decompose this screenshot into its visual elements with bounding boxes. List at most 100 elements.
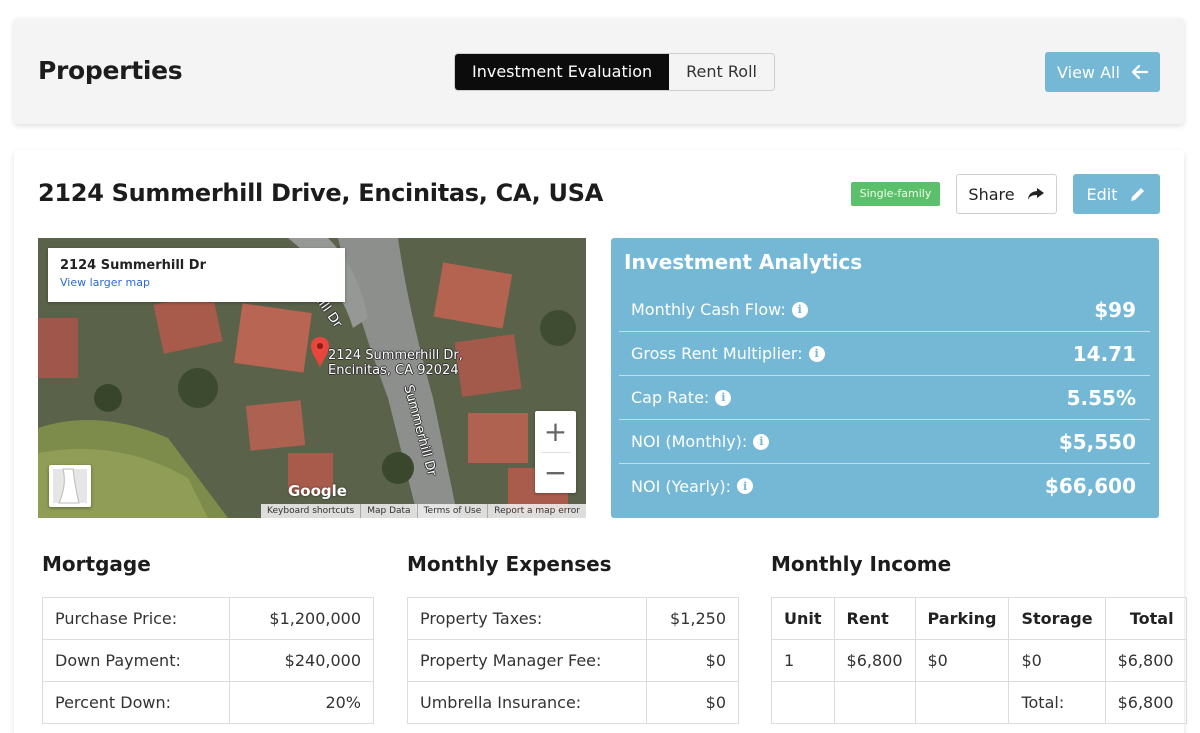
info-icon[interactable]: i [753, 433, 770, 450]
share-button[interactable]: Share [956, 174, 1057, 214]
table-cell: Property Manager Fee: [407, 639, 647, 682]
table-cell: $240,000 [228, 639, 375, 682]
table-cell: Down Payment: [42, 639, 230, 682]
view-tabs: Investment Evaluation Rent Roll [454, 53, 775, 91]
table-cell [771, 681, 835, 724]
table-cell: Total: [1008, 681, 1106, 724]
table-cell: $6,800 [833, 639, 916, 682]
grm-label: Gross Rent Multiplier: [631, 344, 803, 363]
property-address: 2124 Summerhill Drive, Encinitas, CA, US… [38, 179, 603, 207]
noi-yearly-label: NOI (Yearly): [631, 476, 732, 496]
noi-monthly-value: $5,550 [1058, 429, 1136, 454]
page-title: Properties [38, 56, 183, 85]
property-card: 2124 Summerhill Drive, Encinitas, CA, US… [14, 150, 1187, 733]
table-row: Property Taxes: $1,250 [407, 597, 739, 640]
pencil-icon [1131, 187, 1145, 201]
analytics-row-cash-flow: Monthly Cash Flow: i $99 [619, 288, 1150, 332]
property-map[interactable]: 2124 Summerhill Dr, Encinitas, CA 92024 … [38, 238, 586, 518]
analytics-row-grm: Gross Rent Multiplier: i 14.71 [619, 332, 1150, 376]
property-type-badge: Single-family [851, 182, 940, 206]
map-footer: Keyboard shortcuts Map Data Terms of Use… [261, 504, 586, 518]
table-row: Percent Down: 20% [42, 681, 375, 724]
table-cell [833, 681, 916, 724]
mortgage-table: Purchase Price: $1,200,000 Down Payment: $… [42, 597, 375, 724]
expenses-title: Monthly Expenses [407, 552, 612, 576]
analytics-row-noi-yearly: NOI (Yearly): i $66,600 [619, 464, 1150, 508]
table-cell: $1,200,000 [228, 597, 375, 640]
tab-investment-evaluation[interactable]: Investment Evaluation [455, 54, 670, 90]
analytics-row-noi-monthly: NOI (Monthly): i $5,550 [619, 420, 1150, 464]
info-icon[interactable]: i [808, 345, 825, 362]
table-cell: $0 [646, 681, 739, 724]
table-cell: $1,250 [646, 597, 739, 640]
cash-flow-value: $99 [1094, 297, 1136, 322]
grm-value: 14.71 [1072, 341, 1136, 366]
column-header: Rent [833, 597, 916, 640]
zoom-out-button[interactable]: − [535, 452, 576, 493]
info-icon[interactable]: i [715, 389, 732, 406]
income-table: Unit Rent Parking Storage Total 1 $6,800… [771, 597, 1187, 724]
map-pin-label-line2: Encinitas, CA 92024 [328, 363, 459, 378]
map-info-title: 2124 Summerhill Dr [60, 258, 206, 273]
table-cell: Purchase Price: [42, 597, 230, 640]
top-bar: Properties Investment Evaluation Rent Ro… [14, 18, 1184, 124]
table-header-row: Unit Rent Parking Storage Total [771, 597, 1187, 640]
column-header: Storage [1008, 597, 1106, 640]
map-data-link[interactable]: Map Data [360, 504, 416, 518]
table-row: Down Payment: $240,000 [42, 639, 375, 682]
map-info-box: 2124 Summerhill Dr View larger map [48, 248, 345, 302]
edit-label: Edit [1086, 184, 1118, 204]
google-logo: Google [288, 482, 347, 500]
table-cell: $0 [1008, 639, 1106, 682]
table-row: Purchase Price: $1,200,000 [42, 597, 375, 640]
mortgage-title: Mortgage [42, 552, 151, 576]
map-pin-label: 2124 Summerhill Dr, Encinitas, CA 92024 [328, 348, 463, 378]
info-icon[interactable]: i [737, 478, 754, 494]
street-view-thumbnail[interactable] [49, 465, 91, 507]
street-view-icon [53, 468, 87, 504]
report-map-error-link[interactable]: Report a map error [487, 504, 586, 518]
noi-yearly-value: $66,600 [1044, 474, 1136, 498]
table-row: Total: $6,800 [771, 681, 1187, 724]
table-cell: Property Taxes: [407, 597, 647, 640]
table-cell: Umbrella Insurance: [407, 681, 647, 724]
analytics-label-noi-monthly: NOI (Monthly): i [619, 432, 770, 451]
table-cell: Percent Down: [42, 681, 230, 724]
share-label: Share [968, 184, 1015, 204]
column-header: Total [1104, 597, 1187, 640]
view-larger-map-link[interactable]: View larger map [60, 276, 333, 289]
table-cell: 1 [771, 639, 835, 682]
income-title: Monthly Income [771, 552, 952, 576]
investment-analytics-panel: Investment Analytics Monthly Cash Flow: i… [611, 238, 1159, 518]
view-all-button[interactable]: View All [1045, 52, 1160, 92]
zoom-divider [541, 452, 570, 453]
cash-flow-label: Monthly Cash Flow: [631, 300, 786, 319]
analytics-title: Investment Analytics [624, 250, 863, 274]
cap-rate-value: 5.55% [1066, 385, 1136, 410]
table-cell: $0 [914, 639, 1010, 682]
tab-rent-roll[interactable]: Rent Roll [669, 54, 774, 90]
column-header: Unit [771, 597, 835, 640]
table-row: Property Manager Fee: $0 [407, 639, 739, 682]
table-cell: $6,800 [1104, 639, 1187, 682]
table-cell [914, 681, 1010, 724]
zoom-in-button[interactable]: + [535, 411, 576, 452]
map-zoom-control: + − [535, 411, 576, 493]
keyboard-shortcuts-link[interactable]: Keyboard shortcuts [261, 504, 360, 518]
info-icon[interactable]: i [791, 301, 808, 318]
column-header: Parking [914, 597, 1010, 640]
cap-rate-label: Cap Rate: [631, 388, 710, 407]
edit-button[interactable]: Edit [1073, 174, 1160, 214]
table-cell: $0 [646, 639, 739, 682]
analytics-label-cash-flow: Monthly Cash Flow: i [619, 300, 808, 319]
share-arrow-icon [1027, 188, 1044, 200]
analytics-label-cap-rate: Cap Rate: i [619, 388, 732, 407]
table-row: Umbrella Insurance: $0 [407, 681, 739, 724]
table-cell: 20% [228, 681, 375, 724]
terms-of-use-link[interactable]: Terms of Use [416, 504, 488, 518]
analytics-label-noi-yearly: NOI (Yearly): i [619, 476, 754, 496]
expenses-table: Property Taxes: $1,250 Property Manager F… [407, 597, 739, 724]
view-all-label: View All [1057, 62, 1120, 82]
analytics-row-cap-rate: Cap Rate: i 5.55% [619, 376, 1150, 420]
arrow-left-icon [1131, 65, 1148, 79]
